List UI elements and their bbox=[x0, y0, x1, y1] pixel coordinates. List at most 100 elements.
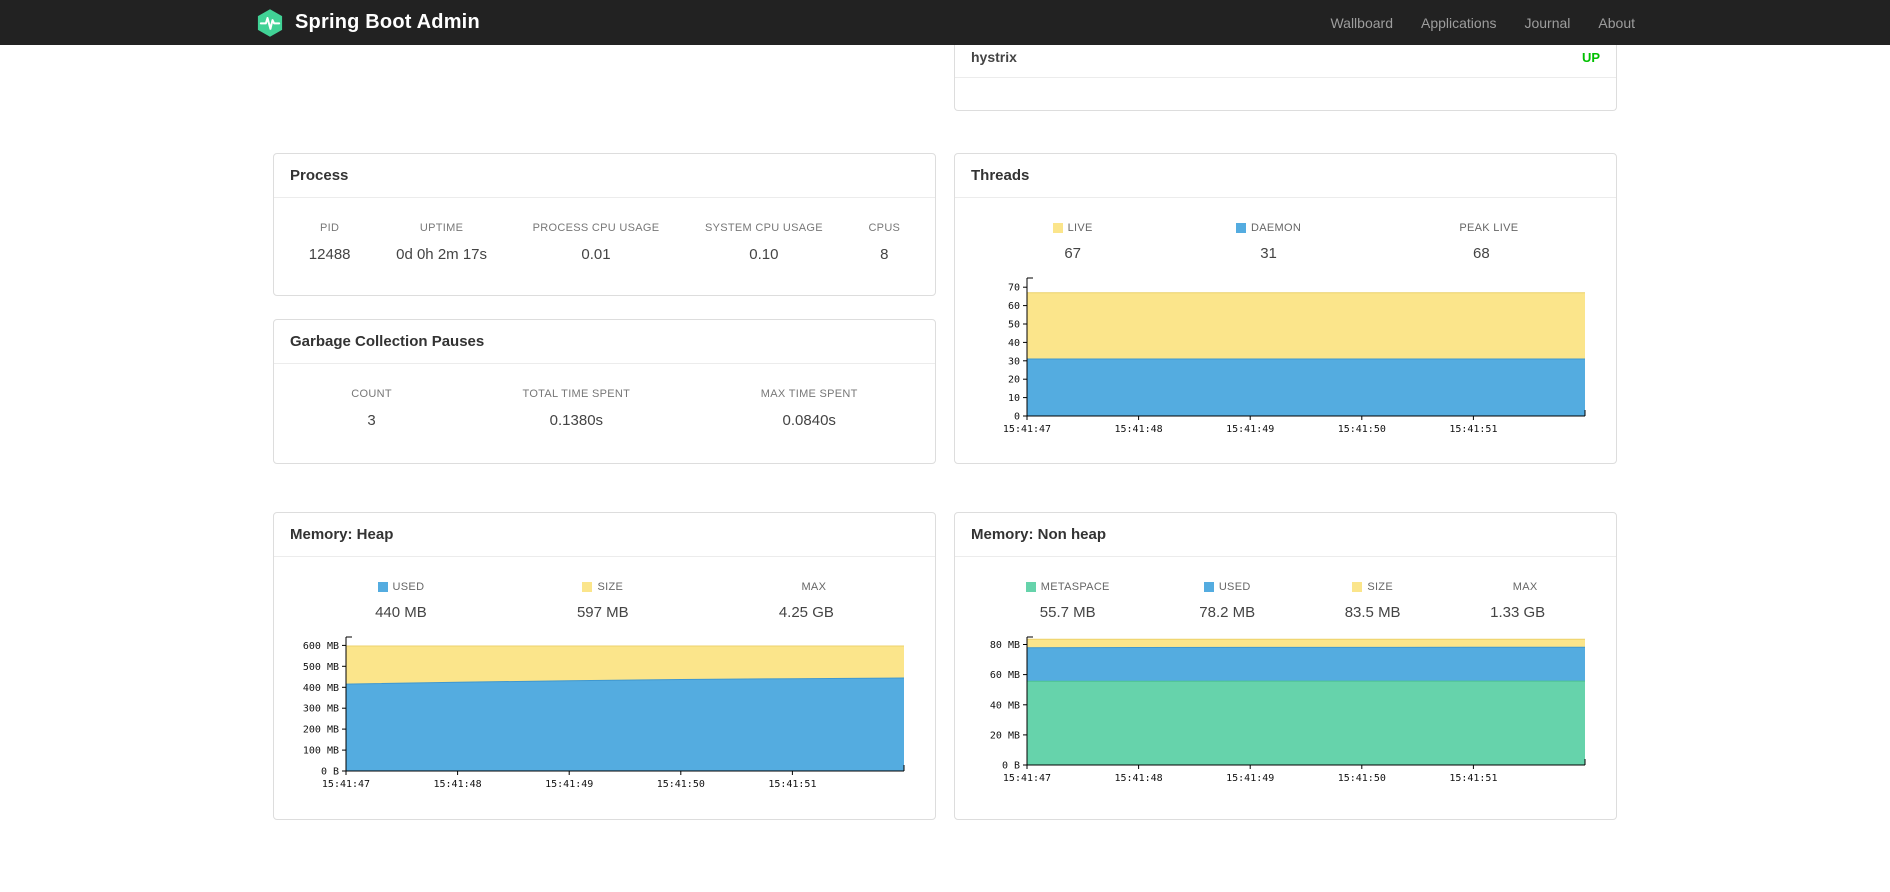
metric-label: UPTIME bbox=[419, 222, 464, 234]
svg-text:15:41:48: 15:41:48 bbox=[1114, 773, 1162, 784]
svg-text:15:41:51: 15:41:51 bbox=[1449, 773, 1497, 784]
metric-label: COUNT bbox=[351, 388, 392, 400]
memory-nonheap-panel: Memory: Non heap METASPACE 55.7 MB USED … bbox=[954, 512, 1617, 820]
svg-text:15:41:47: 15:41:47 bbox=[1002, 773, 1050, 784]
metric-gc-total-time: TOTAL TIME SPENT 0.1380s bbox=[523, 388, 631, 429]
memory-heap-panel: Memory: Heap USED 440 MB SIZE 597 MB MAX… bbox=[273, 512, 936, 820]
svg-text:0 B: 0 B bbox=[1001, 761, 1019, 772]
svg-text:400 MB: 400 MB bbox=[302, 683, 338, 694]
used-swatch-icon bbox=[377, 582, 388, 592]
svg-text:15:41:48: 15:41:48 bbox=[1114, 424, 1162, 435]
metric-pid: PID 12488 bbox=[309, 222, 351, 263]
used-swatch-icon bbox=[1203, 582, 1214, 592]
left-column: Process PID 12488 UPTIME 0d 0h 2m 17s PR… bbox=[273, 45, 936, 820]
metric-label: MAX TIME SPENT bbox=[760, 388, 858, 400]
legend-item-max: MAX 4.25 GB bbox=[779, 581, 834, 621]
svg-text:600 MB: 600 MB bbox=[302, 641, 338, 652]
legend-label: USED bbox=[375, 581, 427, 593]
svg-text:15:41:49: 15:41:49 bbox=[545, 779, 593, 790]
heap-legend: USED 440 MB SIZE 597 MB MAX 4.25 GB bbox=[274, 557, 935, 621]
legend-value: 440 MB bbox=[375, 604, 427, 621]
svg-text:70: 70 bbox=[1007, 283, 1019, 294]
heap-chart: 0 B 100 MB 200 MB 300 MB 400 MB 500 MB 600 MB 1… bbox=[296, 629, 914, 793]
legend-label: METASPACE bbox=[1025, 581, 1110, 593]
nav-links: Wallboard Applications Journal About bbox=[1330, 15, 1635, 31]
legend-value: 55.7 MB bbox=[1039, 604, 1096, 621]
metric-label: CPUS bbox=[868, 222, 901, 234]
metric-gc-count: COUNT 3 bbox=[351, 388, 392, 429]
svg-text:15:41:47: 15:41:47 bbox=[321, 779, 369, 790]
threads-panel: Threads LIVE 67 DAEMON 31 PEAK LIVE 68 0… bbox=[954, 153, 1617, 464]
legend-label: LIVE bbox=[1052, 222, 1093, 234]
nav-item-applications[interactable]: Applications bbox=[1421, 15, 1497, 31]
svg-text:40: 40 bbox=[1007, 338, 1019, 349]
nav-item-journal[interactable]: Journal bbox=[1524, 15, 1570, 31]
svg-text:15:41:48: 15:41:48 bbox=[433, 779, 481, 790]
legend-item-used: USED 440 MB bbox=[375, 581, 427, 621]
content: Process PID 12488 UPTIME 0d 0h 2m 17s PR… bbox=[273, 45, 1617, 820]
legend-value: 83.5 MB bbox=[1344, 604, 1401, 621]
metric-value: 3 bbox=[367, 412, 376, 429]
legend-item-peak-live: PEAK LIVE 68 bbox=[1444, 222, 1518, 262]
svg-text:15:41:50: 15:41:50 bbox=[1337, 424, 1385, 435]
legend-value: 31 bbox=[1260, 245, 1277, 262]
metric-gc-max-time: MAX TIME SPENT 0.0840s bbox=[761, 388, 858, 429]
svg-text:15:41:50: 15:41:50 bbox=[1337, 773, 1385, 784]
legend-label: MAX bbox=[1512, 581, 1538, 593]
health-row-hystrix: hystrix UP bbox=[955, 45, 1616, 78]
status-badge: UP bbox=[1581, 49, 1600, 65]
svg-text:0 B: 0 B bbox=[320, 767, 338, 778]
svg-text:0: 0 bbox=[1013, 412, 1019, 423]
legend-label: SIZE bbox=[577, 581, 629, 593]
svg-text:10: 10 bbox=[1007, 393, 1019, 404]
metric-uptime: UPTIME 0d 0h 2m 17s bbox=[396, 222, 487, 263]
threads-legend: LIVE 67 DAEMON 31 PEAK LIVE 68 bbox=[955, 198, 1616, 262]
svg-text:100 MB: 100 MB bbox=[302, 746, 338, 757]
threads-chart: 0 10 20 30 40 50 60 70 15:41:47 15:41:48 15:41:49 1… bbox=[977, 270, 1595, 438]
metric-label: SYSTEM CPU USAGE bbox=[704, 222, 823, 234]
metric-value: 0.0840s bbox=[782, 412, 836, 429]
spring-boot-admin-logo-icon bbox=[255, 8, 285, 38]
legend-item-size: SIZE 597 MB bbox=[577, 581, 629, 621]
svg-text:15:41:49: 15:41:49 bbox=[1226, 773, 1274, 784]
svg-text:60 MB: 60 MB bbox=[989, 670, 1019, 681]
legend-value: 67 bbox=[1064, 245, 1082, 262]
nonheap-legend: METASPACE 55.7 MB USED 78.2 MB SIZE 83.5… bbox=[955, 557, 1616, 621]
metaspace-swatch-icon bbox=[1025, 582, 1036, 592]
metric-label: PID bbox=[320, 222, 340, 234]
brand-link[interactable]: Spring Boot Admin bbox=[255, 8, 480, 38]
legend-item-used: USED 78.2 MB bbox=[1199, 581, 1255, 621]
svg-text:300 MB: 300 MB bbox=[302, 704, 338, 715]
legend-value: 78.2 MB bbox=[1199, 604, 1256, 621]
process-panel-title: Process bbox=[274, 154, 935, 198]
memory-heap-panel-title: Memory: Heap bbox=[274, 513, 935, 557]
metric-process-cpu: PROCESS CPU USAGE 0.01 bbox=[533, 222, 660, 263]
gc-panel: Garbage Collection Pauses COUNT 3 TOTAL … bbox=[273, 319, 936, 464]
legend-label: MAX bbox=[801, 581, 827, 593]
legend-item-daemon: DAEMON 31 bbox=[1236, 222, 1301, 262]
metric-value: 0.10 bbox=[749, 246, 779, 263]
nonheap-chart: 0 B 20 MB 40 MB 60 MB 80 MB 15:41:47 15:41:48 1… bbox=[977, 629, 1595, 787]
legend-value: 4.25 GB bbox=[778, 604, 834, 621]
svg-text:80 MB: 80 MB bbox=[989, 640, 1019, 651]
svg-text:200 MB: 200 MB bbox=[302, 725, 338, 736]
memory-nonheap-panel-title: Memory: Non heap bbox=[955, 513, 1616, 557]
nav-item-about[interactable]: About bbox=[1598, 15, 1635, 31]
process-panel: Process PID 12488 UPTIME 0d 0h 2m 17s PR… bbox=[273, 153, 936, 296]
brand-title: Spring Boot Admin bbox=[295, 11, 480, 33]
threads-panel-title: Threads bbox=[955, 154, 1616, 198]
process-metrics: PID 12488 UPTIME 0d 0h 2m 17s PROCESS CP… bbox=[274, 198, 935, 263]
metric-value: 0d 0h 2m 17s bbox=[396, 246, 488, 263]
nav-item-wallboard[interactable]: Wallboard bbox=[1330, 15, 1393, 31]
metric-label: TOTAL TIME SPENT bbox=[522, 388, 631, 400]
svg-text:60: 60 bbox=[1007, 301, 1019, 312]
svg-text:40 MB: 40 MB bbox=[989, 700, 1019, 711]
daemon-swatch-icon bbox=[1236, 223, 1246, 233]
metric-label: PROCESS CPU USAGE bbox=[532, 222, 660, 234]
legend-item-metaspace: METASPACE 55.7 MB bbox=[1025, 581, 1110, 621]
svg-text:15:41:49: 15:41:49 bbox=[1226, 424, 1274, 435]
svg-text:15:41:47: 15:41:47 bbox=[1002, 424, 1050, 435]
legend-label: SIZE bbox=[1345, 581, 1401, 593]
svg-text:20 MB: 20 MB bbox=[989, 730, 1019, 741]
right-column: hystrix UP Threads LIVE 67 DAEMON 31 PEA… bbox=[954, 45, 1617, 820]
